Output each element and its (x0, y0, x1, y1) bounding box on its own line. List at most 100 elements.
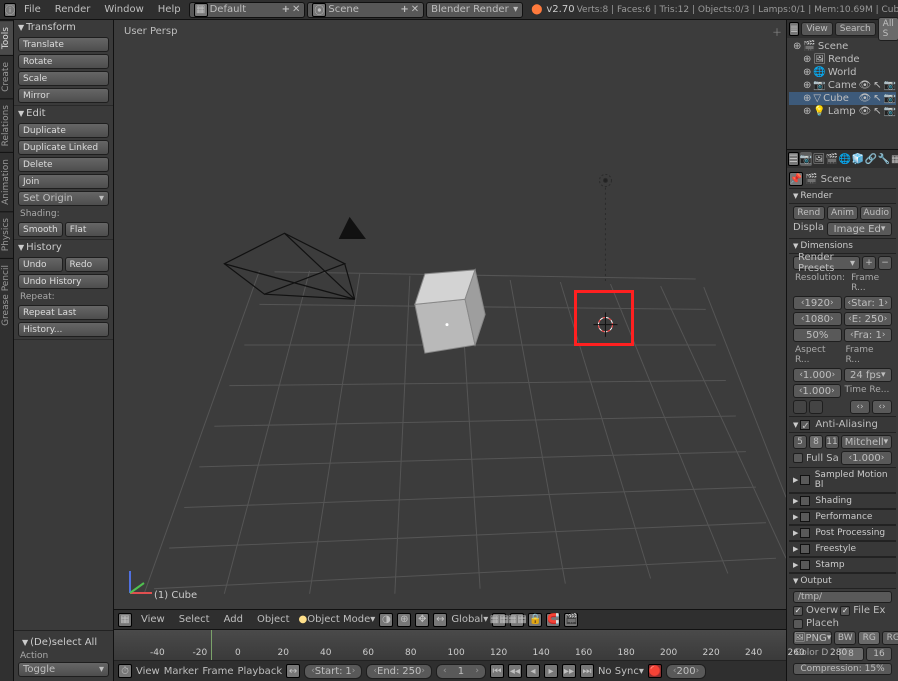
depth-16[interactable]: 16 (866, 647, 892, 661)
frame-extra-field[interactable]: 200 (666, 664, 706, 679)
view3d-menu-view[interactable]: View (136, 612, 170, 627)
editor-type-properties-icon[interactable]: ☰ (788, 152, 799, 166)
new-map-field[interactable]: ‹› (872, 400, 892, 414)
undo-history-button[interactable]: Undo History (18, 274, 109, 289)
jump-start-icon[interactable]: ⏮ (490, 664, 504, 678)
delete-button[interactable]: Delete (18, 157, 109, 172)
panel-transform-header[interactable]: Transform (14, 20, 113, 35)
play-reverse-icon[interactable]: ◂ (526, 664, 540, 678)
panel-post-processing-header[interactable]: Post Processing (789, 525, 896, 541)
overwrite-check[interactable]: ✓Overw (793, 605, 838, 616)
outliner-tree[interactable]: ⊕🎬Scene⊕🖼Rende⊕🌐World⊕📷Came👁↖📷⊕▽Cube👁↖📷⊕… (787, 38, 898, 149)
outliner-item-came[interactable]: ⊕📷Came👁↖📷 (789, 79, 896, 92)
aspect-x-field[interactable]: ‹ 1.000 › (793, 368, 842, 382)
eye-icon[interactable]: 👁 (858, 106, 871, 117)
panel-output-header[interactable]: Output (789, 573, 896, 589)
color-rgba[interactable]: RG (882, 631, 898, 645)
tab-animation[interactable]: Animation (0, 152, 13, 211)
aa-full-sample[interactable]: Full Sa (793, 451, 839, 465)
tab-render-layers-icon[interactable]: 🖼 (813, 152, 825, 166)
scene-del-icon[interactable]: ✕ (411, 4, 419, 15)
3d-viewport[interactable]: User Persp (1) Cube ＋ (114, 20, 786, 609)
sync-dropdown[interactable]: No Sync▾ (598, 666, 644, 677)
rotate-button[interactable]: Rotate (18, 54, 109, 69)
old-map-field[interactable]: ‹› (850, 400, 870, 414)
editor-type-3dview-icon[interactable]: ▦ (118, 613, 132, 627)
manipulator-icon[interactable]: ✥ (415, 613, 429, 627)
res-x-field[interactable]: ‹ 1920 › (793, 296, 842, 310)
display-dropdown[interactable]: Image Ed ▾ (827, 222, 892, 236)
snap-icon[interactable]: 🧲 (546, 613, 560, 627)
viewport-plus-icon[interactable]: ＋ (772, 24, 782, 39)
preset-del-icon[interactable]: − (878, 256, 892, 270)
cursor-icon[interactable]: ↖ (873, 93, 881, 104)
tab-constraints-icon[interactable]: 🔗 (865, 152, 877, 166)
panel-render-header[interactable]: Render (789, 188, 896, 204)
translate-button[interactable]: Translate (18, 37, 109, 52)
keyframe-next-icon[interactable]: ▸▸ (562, 664, 576, 678)
duplicate-linked-button[interactable]: Duplicate Linked (18, 140, 109, 155)
border-toggle[interactable] (793, 400, 807, 414)
play-icon[interactable]: ▸ (544, 664, 558, 678)
format-dropdown[interactable]: 🖼 PNG ▾ (793, 631, 832, 645)
set-origin-button[interactable]: Set Origin▾ (18, 191, 109, 206)
file-ext-check[interactable]: ✓File Ex (840, 605, 885, 616)
fps-dropdown[interactable]: 24 fps ▾ (844, 368, 893, 382)
orientation-dropdown[interactable]: Global▾ (451, 614, 488, 625)
render-audio-button[interactable]: Audio (860, 206, 892, 220)
tab-create[interactable]: Create (0, 55, 13, 98)
timeline-track[interactable]: -40-200204060801001201401601802002202402… (114, 630, 786, 661)
pivot-icon[interactable]: ⊕ (397, 613, 411, 627)
tab-grease-pencil[interactable]: Grease Pencil (0, 258, 13, 332)
menu-render[interactable]: Render (49, 2, 97, 17)
lock-camera-icon[interactable]: 🔒 (528, 613, 542, 627)
tab-object-icon[interactable]: 🧊 (852, 152, 864, 166)
tab-physics[interactable]: Physics (0, 211, 13, 257)
mode-dropdown[interactable]: ●Object Mode▾ (299, 614, 376, 625)
render-icon[interactable]: 📷 (884, 80, 896, 91)
timeline-menu-view[interactable]: View (136, 666, 160, 677)
panel-stamp-header[interactable]: Stamp (789, 557, 896, 573)
aspect-y-field[interactable]: ‹ 1.000 › (793, 384, 841, 398)
editor-type-timeline-icon[interactable]: ⏱ (118, 664, 132, 678)
render-presets-dropdown[interactable]: Render Presets▾ (793, 256, 860, 270)
frame-start-field2[interactable]: ‹ Star: 1 › (844, 296, 893, 310)
render-animation-button[interactable]: Anim (827, 206, 859, 220)
render-preview-icon[interactable]: 🎬 (564, 613, 578, 627)
autokey-icon[interactable]: 🔴 (648, 664, 662, 678)
shade-flat-button[interactable]: Flat (65, 222, 109, 237)
panel-shading-header[interactable]: Shading (789, 493, 896, 509)
cursor-icon[interactable]: ↖ (873, 106, 881, 117)
layout-add-icon[interactable]: + (282, 4, 290, 15)
output-path-field[interactable]: /tmp/ (793, 591, 892, 603)
compression-slider[interactable]: Compression: 15% (793, 663, 892, 675)
panel-aa-header[interactable]: ✓Anti-Aliasing (789, 416, 896, 433)
duplicate-button[interactable]: Duplicate (18, 123, 109, 138)
eye-icon[interactable]: 👁 (858, 93, 871, 104)
history-menu-button[interactable]: History... (18, 322, 109, 337)
aa-size-field[interactable]: ‹ 1.000 › (841, 451, 892, 465)
color-bw[interactable]: BW (834, 631, 856, 645)
timeline-playhead[interactable] (211, 630, 212, 660)
scale-button[interactable]: Scale (18, 71, 109, 86)
menu-window[interactable]: Window (98, 2, 149, 17)
undo-button[interactable]: Undo (18, 257, 63, 272)
outliner-search[interactable]: Search (835, 22, 876, 36)
frame-step-field[interactable]: ‹ Fra: 1 › (844, 328, 893, 342)
frame-current-field[interactable]: 1 (436, 664, 486, 679)
tab-render-icon[interactable]: 📷 (800, 152, 812, 166)
eye-icon[interactable]: 👁 (858, 80, 871, 91)
frame-start-field[interactable]: Start: 1 (304, 664, 362, 679)
scene-add-icon[interactable]: + (400, 4, 408, 15)
cursor-icon[interactable]: ↖ (873, 80, 881, 91)
outliner-item-world[interactable]: ⊕🌐World (789, 66, 896, 79)
panel-freestyle-header[interactable]: Freestyle (789, 541, 896, 557)
outliner-item-rende[interactable]: ⊕🖼Rende (789, 53, 896, 66)
outliner-item-cube[interactable]: ⊕▽Cube👁↖📷 (789, 92, 896, 105)
manipulator-translate-icon[interactable]: ↔ (433, 613, 447, 627)
join-button[interactable]: Join (18, 174, 109, 189)
placeholders-check[interactable]: Placeh (793, 618, 892, 629)
aa-8[interactable]: 8 (809, 435, 823, 449)
res-y-field[interactable]: ‹ 1080 › (793, 312, 842, 326)
layers-group1-icon[interactable]: ▦▦ (492, 613, 506, 627)
